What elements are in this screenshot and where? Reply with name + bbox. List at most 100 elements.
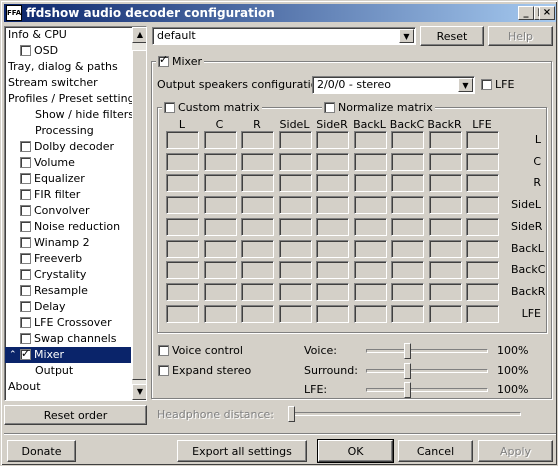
matrix-cell[interactable] bbox=[316, 131, 349, 149]
matrix-cell[interactable] bbox=[316, 217, 349, 236]
headphone-distance-thumb[interactable] bbox=[288, 406, 295, 422]
tree-item[interactable]: Winamp 2 bbox=[20, 235, 90, 251]
tree-item-checkbox[interactable] bbox=[20, 269, 31, 280]
expand-icon[interactable]: ⌃ bbox=[9, 347, 17, 363]
matrix-cell[interactable] bbox=[353, 304, 387, 323]
matrix-cell[interactable] bbox=[241, 174, 274, 193]
voice-control-checkbox[interactable] bbox=[158, 345, 169, 356]
matrix-cell[interactable] bbox=[353, 131, 387, 149]
matrix-cell[interactable] bbox=[203, 261, 237, 280]
tree-item-checkbox[interactable] bbox=[20, 189, 31, 200]
scroll-down-icon[interactable]: ▼ bbox=[132, 384, 146, 400]
mixer-toggle[interactable]: Mixer bbox=[156, 53, 205, 68]
dropdown-arrow-icon[interactable]: ▼ bbox=[458, 78, 473, 92]
tree-item[interactable]: Output bbox=[35, 363, 73, 379]
slider-thumb[interactable] bbox=[404, 382, 411, 398]
matrix-cell[interactable] bbox=[466, 196, 499, 215]
matrix-cell[interactable] bbox=[241, 239, 274, 258]
matrix-cell[interactable] bbox=[166, 174, 199, 193]
lfe-checkbox[interactable] bbox=[481, 79, 492, 90]
matrix-cell[interactable] bbox=[391, 304, 424, 323]
matrix-cell[interactable] bbox=[316, 282, 349, 301]
matrix-cell[interactable] bbox=[316, 196, 349, 215]
preset-combo[interactable]: default ▼ bbox=[152, 27, 416, 45]
matrix-cell[interactable] bbox=[466, 304, 499, 323]
normalize-matrix-checkbox[interactable] bbox=[324, 102, 335, 113]
scroll-thumb[interactable] bbox=[132, 50, 146, 380]
expand-stereo-toggle[interactable]: Expand stereo bbox=[158, 364, 251, 377]
tree-item[interactable]: Info & CPU bbox=[8, 27, 67, 43]
matrix-cell[interactable] bbox=[203, 196, 237, 215]
tree-item[interactable]: Noise reduction bbox=[20, 219, 120, 235]
ok-button[interactable]: OK bbox=[317, 439, 394, 463]
tree-item[interactable]: FIR filter bbox=[20, 187, 80, 203]
matrix-cell[interactable] bbox=[466, 282, 499, 301]
matrix-cell[interactable] bbox=[203, 239, 237, 258]
tree-item[interactable]: ⌃ Mixer bbox=[9, 346, 64, 363]
matrix-cell[interactable] bbox=[428, 282, 462, 301]
matrix-cell[interactable] bbox=[278, 261, 312, 280]
slider-track[interactable] bbox=[366, 368, 488, 373]
speakers-combo[interactable]: 2/0/0 - stereo ▼ bbox=[312, 76, 475, 94]
matrix-cell[interactable] bbox=[166, 217, 199, 236]
donate-button[interactable]: Donate bbox=[7, 440, 76, 462]
matrix-cell[interactable] bbox=[466, 239, 499, 258]
matrix-cell[interactable] bbox=[316, 261, 349, 280]
tree-item[interactable]: Dolby decoder bbox=[20, 139, 114, 155]
custom-matrix-checkbox[interactable] bbox=[164, 102, 175, 113]
tree-item[interactable]: OSD bbox=[20, 43, 58, 59]
matrix-cell[interactable] bbox=[203, 217, 237, 236]
matrix-cell[interactable] bbox=[466, 174, 499, 193]
matrix-cell[interactable] bbox=[391, 131, 424, 149]
matrix-cell[interactable] bbox=[278, 174, 312, 193]
tree-item-checkbox[interactable] bbox=[20, 237, 31, 248]
matrix-cell[interactable] bbox=[391, 239, 424, 258]
matrix-cell[interactable] bbox=[428, 131, 462, 149]
matrix-cell[interactable] bbox=[241, 152, 274, 171]
export-all-settings-button[interactable]: Export all settings bbox=[177, 440, 307, 462]
tree-scrollbar[interactable]: ▲ ▼ bbox=[132, 27, 146, 400]
matrix-cell[interactable] bbox=[203, 304, 237, 323]
matrix-cell[interactable] bbox=[391, 196, 424, 215]
matrix-cell[interactable] bbox=[166, 196, 199, 215]
tree-item-checkbox[interactable] bbox=[20, 157, 31, 168]
matrix-cell[interactable] bbox=[316, 239, 349, 258]
matrix-cell[interactable] bbox=[428, 196, 462, 215]
matrix-cell[interactable] bbox=[278, 217, 312, 236]
settings-tree[interactable]: Info & CPU OSD Tray, dialog & paths Stream … bbox=[4, 26, 147, 401]
matrix-cell[interactable] bbox=[428, 239, 462, 258]
matrix-cell[interactable] bbox=[203, 152, 237, 171]
matrix-cell[interactable] bbox=[278, 196, 312, 215]
matrix-cell[interactable] bbox=[278, 304, 312, 323]
cancel-button[interactable]: Cancel bbox=[398, 440, 473, 462]
matrix-cell[interactable] bbox=[166, 282, 199, 301]
tree-item-checkbox[interactable] bbox=[20, 221, 31, 232]
tree-item[interactable]: Processing bbox=[35, 123, 94, 139]
matrix-cell[interactable] bbox=[166, 152, 199, 171]
tree-item-checkbox[interactable] bbox=[20, 141, 31, 152]
tree-item[interactable]: Stream switcher bbox=[8, 75, 98, 91]
voice-control-toggle[interactable]: Voice control bbox=[158, 344, 243, 357]
matrix-cell[interactable] bbox=[466, 261, 499, 280]
matrix-cell[interactable] bbox=[353, 196, 387, 215]
title-bar[interactable]: FFA ffdshow audio decoder configuration … bbox=[4, 4, 556, 22]
close-button[interactable]: × bbox=[539, 6, 555, 20]
custom-matrix-toggle[interactable]: Custom matrix bbox=[162, 101, 262, 114]
matrix-cell[interactable] bbox=[391, 282, 424, 301]
matrix-cell[interactable] bbox=[391, 217, 424, 236]
matrix-cell[interactable] bbox=[428, 174, 462, 193]
lfe-toggle[interactable]: LFE bbox=[481, 78, 514, 91]
matrix-cell[interactable] bbox=[241, 196, 274, 215]
matrix-cell[interactable] bbox=[353, 261, 387, 280]
matrix-cell[interactable] bbox=[466, 217, 499, 236]
tree-item[interactable]: Convolver bbox=[20, 203, 89, 219]
matrix-cell[interactable] bbox=[316, 174, 349, 193]
matrix-cell[interactable] bbox=[391, 152, 424, 171]
matrix-cell[interactable] bbox=[353, 239, 387, 258]
headphone-distance-track[interactable] bbox=[290, 412, 521, 416]
preset-reset-button[interactable]: Reset bbox=[420, 26, 484, 46]
matrix-cell[interactable] bbox=[278, 152, 312, 171]
apply-button[interactable]: Apply bbox=[478, 440, 553, 462]
tree-item[interactable]: Show / hide filters bbox=[35, 107, 134, 123]
matrix-cell[interactable] bbox=[278, 131, 312, 149]
